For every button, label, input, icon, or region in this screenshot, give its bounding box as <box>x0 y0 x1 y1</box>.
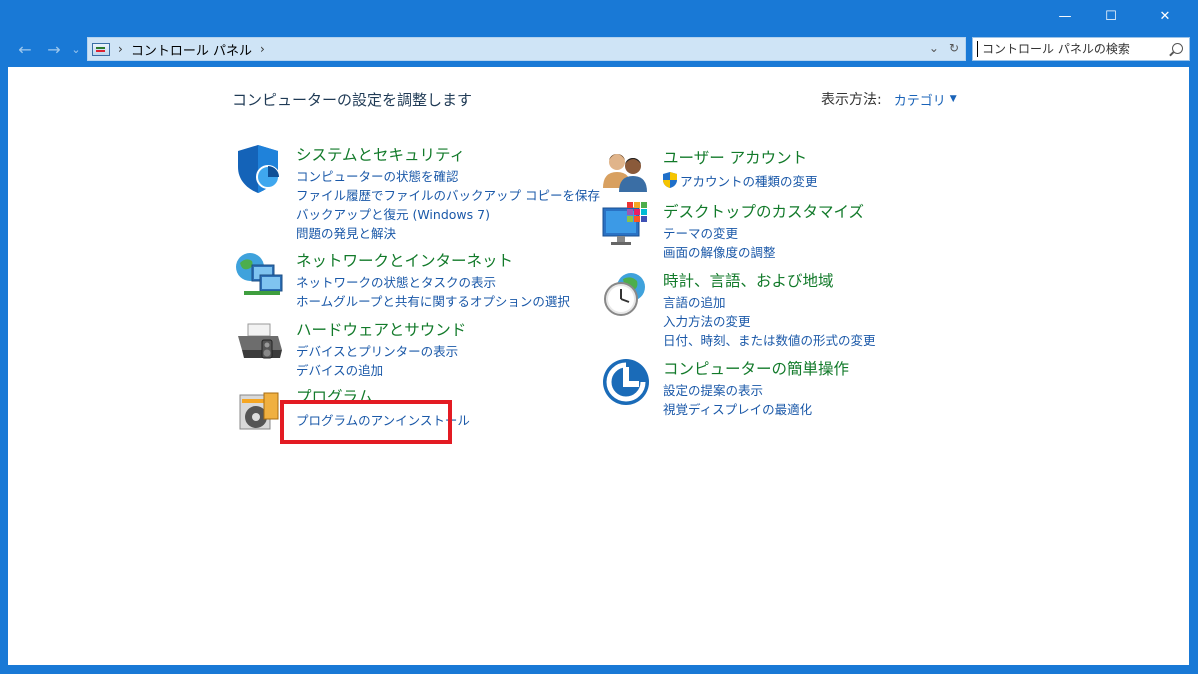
navigation-bar: ← → ⌄ › コントロール パネル › ⌄ ↻ <box>0 33 1198 65</box>
link-troubleshoot[interactable]: 問題の発見と解決 <box>296 223 396 242</box>
link-devices-printers[interactable]: デバイスとプリンターの表示 <box>296 341 458 360</box>
minimize-button[interactable]: — <box>1042 0 1088 33</box>
search-input[interactable] <box>977 41 1162 57</box>
breadcrumb-separator[interactable]: › <box>118 42 123 56</box>
search-icon[interactable] <box>1172 43 1183 54</box>
view-by-dropdown[interactable]: カテゴリ <box>894 90 946 109</box>
link-add-device[interactable]: デバイスの追加 <box>296 360 383 379</box>
forward-button[interactable]: → <box>43 39 65 59</box>
printer-icon[interactable] <box>234 318 286 370</box>
link-optimize-display[interactable]: 視覚ディスプレイの最適化 <box>663 399 812 418</box>
link-backup-restore[interactable]: バックアップと復元 (Windows 7) <box>296 204 490 223</box>
ease-of-access-icon[interactable] <box>601 357 653 409</box>
link-file-history[interactable]: ファイル履歴でファイルのバックアップ コピーを保存 <box>296 185 600 204</box>
address-bar[interactable]: › コントロール パネル › ⌄ ↻ <box>87 37 966 61</box>
highlight-box <box>280 400 452 444</box>
search-box <box>972 37 1190 61</box>
maximize-button[interactable]: ☐ <box>1088 0 1134 33</box>
link-suggested-settings[interactable]: 設定の提案の表示 <box>663 380 763 399</box>
category-title[interactable]: システムとセキュリティ <box>296 143 465 165</box>
category-title[interactable]: 時計、言語、および地域 <box>663 269 834 291</box>
link-network-status[interactable]: ネットワークの状態とタスクの表示 <box>296 272 496 291</box>
category-title[interactable]: コンピューターの簡単操作 <box>663 357 849 379</box>
clock-globe-icon[interactable] <box>601 269 653 321</box>
close-button[interactable]: ✕ <box>1134 0 1196 33</box>
link-change-account-type[interactable]: アカウントの種類の変更 <box>680 171 818 190</box>
desktop-icon[interactable] <box>601 200 653 252</box>
link-check-status[interactable]: コンピューターの状態を確認 <box>296 166 459 185</box>
view-by-label: 表示方法: <box>821 92 882 108</box>
page-title: コンピューターの設定を調整します <box>232 91 473 109</box>
control-panel-icon <box>92 42 110 56</box>
link-change-theme[interactable]: テーマの変更 <box>663 223 738 242</box>
users-icon[interactable] <box>601 146 653 198</box>
link-adjust-resolution[interactable]: 画面の解像度の調整 <box>663 242 776 261</box>
recent-locations-button[interactable]: ⌄ <box>69 39 83 59</box>
window-frame: — ☐ ✕ ← → ⌄ › コントロール パネル › ⌄ ↻ コンピューターの設… <box>0 0 1198 674</box>
category-title[interactable]: ユーザー アカウント <box>663 146 807 168</box>
breadcrumb-separator-2[interactable]: › <box>260 42 265 56</box>
refresh-icon[interactable]: ↻ <box>949 41 959 55</box>
content-area: コンピューターの設定を調整します 表示方法: カテゴリ ▼ システムとセキュリテ… <box>8 67 1189 665</box>
programs-icon[interactable] <box>234 385 286 437</box>
category-title[interactable]: ネットワークとインターネット <box>296 249 513 271</box>
back-button[interactable]: ← <box>14 39 36 59</box>
category-title[interactable]: デスクトップのカスタマイズ <box>663 200 864 222</box>
address-dropdown-icon[interactable]: ⌄ <box>929 41 939 55</box>
shield-icon[interactable] <box>234 143 286 195</box>
link-homegroup[interactable]: ホームグループと共有に関するオプションの選択 <box>296 291 570 310</box>
network-icon[interactable] <box>234 249 286 301</box>
link-change-date-format[interactable]: 日付、時刻、または数値の形式の変更 <box>663 330 876 349</box>
link-change-input-method[interactable]: 入力方法の変更 <box>663 311 751 330</box>
caption-buttons: — ☐ ✕ <box>1042 0 1196 33</box>
uac-shield-icon <box>663 172 677 188</box>
breadcrumb-control-panel[interactable]: コントロール パネル <box>131 40 252 59</box>
view-by-caret-icon[interactable]: ▼ <box>950 94 957 104</box>
view-by: 表示方法: カテゴリ ▼ <box>821 89 957 109</box>
link-add-language[interactable]: 言語の追加 <box>663 292 726 311</box>
category-title[interactable]: ハードウェアとサウンド <box>296 318 466 340</box>
